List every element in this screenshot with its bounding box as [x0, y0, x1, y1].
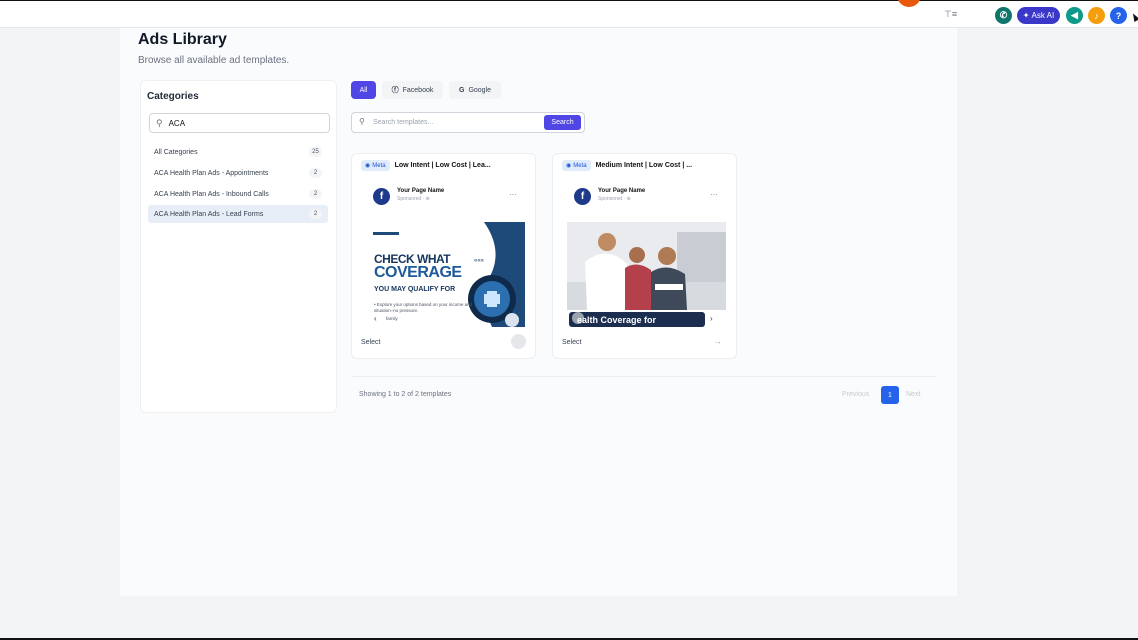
- select-label[interactable]: Select: [361, 339, 380, 346]
- facebook-logo-icon: f: [574, 188, 591, 205]
- category-item-all[interactable]: All Categories 25: [148, 143, 328, 161]
- template-search-input[interactable]: Search templates...: [373, 119, 433, 126]
- help-icon[interactable]: ?: [1110, 7, 1127, 24]
- select-label[interactable]: Select: [562, 339, 581, 346]
- sponsored-label: Sponsored · ⊕: [397, 196, 430, 202]
- ask-ai-button[interactable]: ✦ Ask AI: [1017, 7, 1060, 24]
- facebook-ad-preview: f Your Page Name Sponsored · ⊕ ··· ealth…: [567, 182, 726, 330]
- filter-facebook-button[interactable]: ⓕ Facebook: [382, 81, 443, 99]
- carousel-prev-icon[interactable]: ‹: [374, 314, 377, 323]
- filter-all-button[interactable]: All: [351, 81, 376, 99]
- page-name: Your Page Name: [397, 188, 445, 194]
- categories-sidebar: Categories ⚲ ACA All Categories 25 ACA H…: [140, 80, 337, 413]
- filter-google-button[interactable]: G Google: [449, 81, 501, 99]
- mouse-cursor: [1130, 12, 1138, 22]
- ad-headline-2: COVERAGE: [374, 264, 462, 281]
- facebook-icon: ⓕ: [391, 87, 399, 94]
- select-radio[interactable]: [511, 334, 526, 349]
- meta-icon: ◉: [365, 163, 371, 169]
- carousel-next-icon[interactable]: ›: [710, 314, 713, 323]
- more-options-icon[interactable]: ···: [509, 190, 517, 199]
- search-icon: ⚲: [359, 117, 365, 126]
- search-button[interactable]: Search: [544, 115, 581, 130]
- megaphone-icon[interactable]: ◀: [1066, 7, 1083, 24]
- pagination-summary: Showing 1 to 2 of 2 templates: [359, 391, 452, 398]
- orange-avatar-dot: [897, 0, 921, 7]
- pagination-next[interactable]: Next: [906, 391, 920, 398]
- category-search-value: ACA: [168, 118, 186, 128]
- facebook-logo-icon: f: [373, 188, 390, 205]
- pagination-page-1[interactable]: 1: [881, 386, 899, 404]
- meta-icon: ◉: [566, 163, 572, 169]
- more-options-icon[interactable]: ···: [710, 190, 718, 199]
- facebook-ad-preview: f Your Page Name Sponsored · ⊕ ··· CHECK…: [366, 182, 525, 330]
- google-icon: G: [458, 86, 465, 94]
- page-title: Ads Library: [138, 31, 227, 48]
- category-count: 2: [309, 189, 322, 199]
- category-label: ACA Health Plan Ads - Appointments: [154, 169, 269, 177]
- top-bar: ⊤≡ ✆ ✦ Ask AI ◀ ♪ ?: [0, 0, 1138, 28]
- meta-badge: ◉ Meta: [562, 160, 591, 171]
- page-subtitle: Browse all available ad templates.: [138, 55, 290, 66]
- meta-badge: ◉ Meta: [361, 160, 390, 171]
- bell-icon[interactable]: ♪: [1088, 7, 1105, 24]
- template-title: Low Intent | Low Cost | Lea...: [394, 162, 491, 169]
- ad-photo: [567, 222, 726, 327]
- ad-image: ealth Coverage for ›: [567, 222, 726, 327]
- ad-banner-text: ealth Coverage for: [577, 315, 657, 325]
- sparkle-icon: ✦: [1022, 11, 1030, 20]
- ad-image: CHECK WHAT COVERAGE YOU MAY QUALIFY FOR …: [366, 222, 525, 327]
- category-item-inbound-calls[interactable]: ACA Health Plan Ads - Inbound Calls 2: [148, 185, 328, 203]
- pagination-previous[interactable]: Previous: [842, 391, 869, 398]
- search-icon: ⚲: [156, 117, 163, 128]
- categories-heading: Categories: [147, 91, 199, 102]
- category-label: ACA Health Plan Ads - Inbound Calls: [154, 190, 269, 198]
- template-card[interactable]: ◉ Meta Medium Intent | Low Cost | ... f Y…: [552, 153, 737, 359]
- category-count: 2: [309, 209, 322, 219]
- category-label: ACA Health Plan Ads - Lead Forms: [154, 210, 264, 218]
- ad-body-text: • Explore your options based on your inc…: [374, 302, 473, 313]
- ad-headline-3: YOU MAY QUALIFY FOR: [374, 286, 456, 293]
- category-label: All Categories: [154, 148, 198, 156]
- phone-icon[interactable]: ✆: [995, 7, 1012, 24]
- category-count: 25: [309, 147, 322, 157]
- category-item-appointments[interactable]: ACA Health Plan Ads - Appointments 2: [148, 164, 328, 182]
- filter-icon[interactable]: ⊤≡: [944, 9, 957, 20]
- page-name: Your Page Name: [598, 188, 646, 194]
- category-search-input[interactable]: ⚲ ACA: [149, 113, 330, 133]
- category-count: 2: [309, 168, 322, 178]
- divider: [351, 376, 937, 377]
- template-card[interactable]: ◉ Meta Low Intent | Low Cost | Lea... f Y…: [351, 153, 536, 359]
- template-title: Medium Intent | Low Cost | ...: [595, 162, 693, 169]
- template-search: ⚲ Search templates... Search: [351, 112, 585, 133]
- arrow-right-icon[interactable]: →: [714, 337, 722, 346]
- sponsored-label: Sponsored · ⊕: [598, 196, 631, 202]
- category-item-lead-forms[interactable]: ACA Health Plan Ads - Lead Forms 2: [148, 205, 328, 223]
- ad-body-family: family: [386, 316, 398, 321]
- quote-icon: «««: [474, 258, 485, 264]
